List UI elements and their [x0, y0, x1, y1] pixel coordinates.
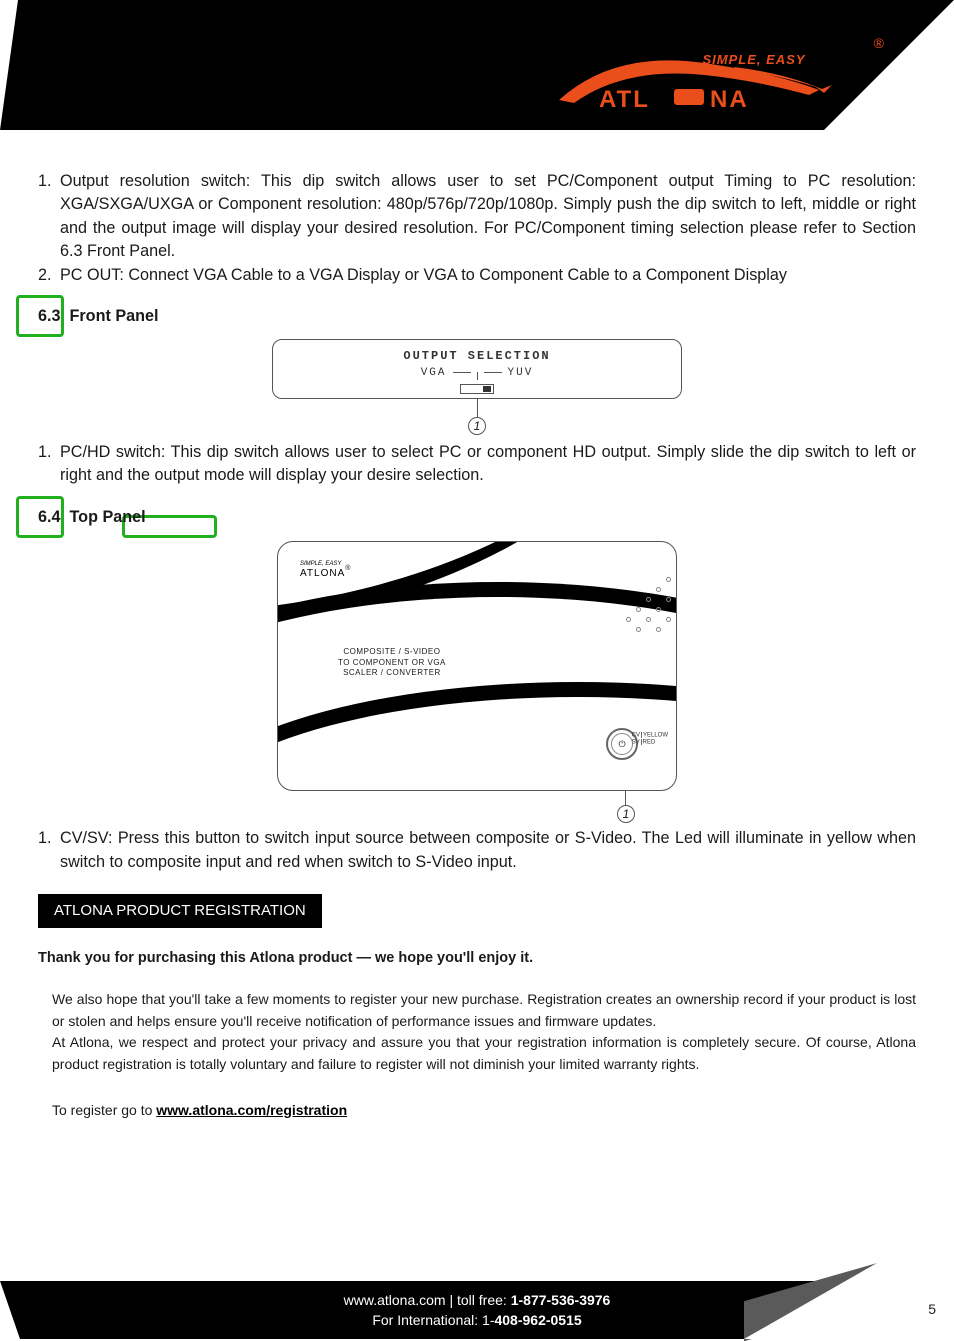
heading-text: 6.3. Front Panel: [38, 307, 159, 325]
page-content: 1. Output resolution switch: This dip sw…: [0, 130, 954, 1122]
toll-free-number: 1-877-536-3976: [511, 1292, 611, 1308]
yuv-label: YUV: [508, 366, 534, 382]
desc-line: Composite / S-Video: [338, 647, 446, 657]
registration-section-label: ATLONA PRODUCT REGISTRATION: [38, 894, 322, 928]
output-options-row: VGA YUV: [421, 366, 534, 382]
callout-number: 1: [468, 417, 486, 435]
device-description-text: Composite / S-Video to Component or VGA …: [338, 647, 446, 678]
registration-paragraph: At Atlona, we respect and protect your p…: [52, 1032, 916, 1075]
red-label: RED: [643, 740, 656, 746]
page-header: ® SIMPLE, EASY ATL NA: [0, 0, 954, 130]
callout-leader-line: [477, 399, 478, 417]
desc-line: Scaler / Converter: [338, 668, 446, 678]
vga-label: VGA: [421, 366, 447, 382]
footer-text: www.atlona.com | toll free:: [344, 1292, 511, 1308]
top-panel-diagram: SIMPLE, EASY ATLONA® Composite / S-Video…: [277, 541, 677, 823]
footer-text: For International: 1-: [372, 1312, 494, 1328]
connector-line: [453, 372, 471, 373]
device-brand-logo: SIMPLE, EASY ATLONA®: [300, 560, 351, 581]
yellow-label: YELLOW: [643, 733, 668, 739]
section-6-4-heading: 6.4. Top Panel: [38, 506, 916, 529]
svg-text:ATL: ATL: [599, 86, 650, 113]
heading-text: 6.4. Top Panel: [38, 508, 146, 526]
registered-mark: ®: [345, 565, 351, 572]
registration-cta: To register go to www.atlona.com/registr…: [52, 1100, 916, 1122]
device-top-outline: SIMPLE, EASY ATLONA® Composite / S-Video…: [277, 541, 677, 791]
section-6-2-list: 1. Output resolution switch: This dip sw…: [38, 170, 916, 287]
callout-number: 1: [617, 805, 635, 823]
sv-label: SV: [632, 740, 640, 746]
item-text: PC/HD switch: This dip switch allows use…: [60, 441, 916, 488]
device-front-outline: OUTPUT SELECTION VGA YUV: [272, 339, 682, 399]
list-item: 1. CV/SV: Press this button to switch in…: [38, 827, 916, 874]
section-6-3-list: 1. PC/HD switch: This dip switch allows …: [38, 441, 916, 488]
registration-paragraph: We also hope that you'll take a few mome…: [52, 989, 916, 1032]
item-number: 1.: [38, 827, 60, 874]
front-panel-diagram: OUTPUT SELECTION VGA YUV 1: [272, 339, 682, 435]
brand-logo: ® SIMPLE, EASY ATL NA: [554, 30, 834, 115]
item-text: Output resolution switch: This dip switc…: [60, 170, 916, 264]
page-corner-fold: [744, 1219, 954, 1339]
button-legend: CVYELLOW SVRED: [632, 732, 668, 746]
page-number: 5: [928, 1301, 936, 1317]
item-number: 1.: [38, 441, 60, 488]
tee-line: [477, 372, 478, 380]
callout-leader-line: [625, 791, 626, 805]
registered-mark: ®: [874, 35, 884, 51]
item-number: 2.: [38, 264, 60, 287]
section-6-4-list: 1. CV/SV: Press this button to switch in…: [38, 827, 916, 874]
registration-body: We also hope that you'll take a few mome…: [38, 989, 916, 1121]
list-item: 1. PC/HD switch: This dip switch allows …: [38, 441, 916, 488]
output-selection-label: OUTPUT SELECTION: [403, 348, 550, 365]
item-number: 1.: [38, 170, 60, 264]
intl-number: 408-962-0515: [494, 1312, 581, 1328]
list-item: 2. PC OUT: Connect VGA Cable to a VGA Di…: [38, 264, 916, 287]
section-6-3-heading: 6.3. Front Panel: [38, 305, 916, 328]
cv-label: CV: [632, 733, 640, 739]
callout-wrap: 1: [277, 791, 677, 823]
cta-prefix: To register go to: [52, 1102, 156, 1118]
item-text: PC OUT: Connect VGA Cable to a VGA Displ…: [60, 264, 916, 287]
list-item: 1. Output resolution switch: This dip sw…: [38, 170, 916, 264]
brand-tagline: SIMPLE, EASY: [614, 52, 894, 67]
logo-text: ATLONA: [300, 568, 345, 579]
item-text: CV/SV: Press this button to switch input…: [60, 827, 916, 874]
desc-line: to Component or VGA: [338, 658, 446, 668]
thank-you-text: Thank you for purchasing this Atlona pro…: [38, 948, 916, 969]
svg-text:NA: NA: [710, 86, 749, 113]
power-glyph: ⏻: [618, 738, 625, 751]
connector-line: [484, 372, 502, 373]
dip-switch-icon: [460, 384, 494, 394]
registration-link[interactable]: www.atlona.com/registration: [156, 1102, 347, 1118]
